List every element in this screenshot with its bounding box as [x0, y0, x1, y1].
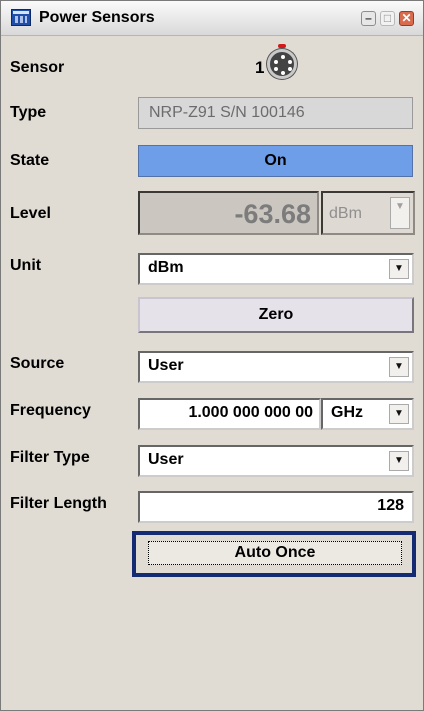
filter-type-value: User: [148, 451, 184, 468]
minimize-button[interactable]: –: [361, 11, 376, 26]
maximize-button[interactable]: □: [380, 11, 395, 26]
zero-button[interactable]: Zero: [138, 297, 414, 333]
level-value: -63.68: [234, 199, 311, 229]
window-title: Power Sensors: [39, 9, 155, 26]
filter-type-label: Filter Type: [10, 449, 90, 466]
auto-once-button[interactable]: Auto Once: [148, 541, 402, 565]
chevron-down-icon[interactable]: ▼: [389, 451, 409, 471]
unit-label: Unit: [10, 257, 42, 274]
filter-type-select[interactable]: User ▼: [138, 445, 414, 477]
chevron-down-icon[interactable]: ▼: [389, 404, 409, 424]
close-button[interactable]: ✕: [399, 11, 414, 26]
window-app-icon: [11, 9, 31, 26]
unit-select-value: dBm: [148, 259, 184, 276]
chevron-down-icon[interactable]: ▼: [389, 259, 409, 279]
sensor-label: Sensor: [10, 59, 65, 76]
frequency-unit-value: GHz: [331, 404, 363, 421]
chevron-down-icon[interactable]: ▼: [389, 357, 409, 377]
state-toggle-button[interactable]: On: [138, 145, 413, 177]
level-label: Level: [10, 205, 51, 222]
title-bar[interactable]: Power Sensors – □ ✕: [1, 1, 423, 36]
type-field: NRP-Z91 S/N 100146: [138, 97, 413, 129]
source-label: Source: [10, 355, 65, 372]
frequency-unit-select[interactable]: GHz ▼: [321, 398, 414, 430]
frequency-input[interactable]: 1.000 000 000 00: [138, 398, 321, 430]
sensor-connector-icon: [267, 49, 297, 79]
state-label: State: [10, 152, 50, 169]
power-sensors-window: Power Sensors – □ ✕ Sensor 1 Type NRP-Z9…: [0, 0, 424, 711]
filter-length-label: Filter Length: [10, 495, 107, 512]
sensor-number: 1: [255, 58, 265, 77]
source-select-value: User: [148, 357, 184, 374]
level-unit-select: dBm ▼: [321, 191, 415, 235]
chevron-down-icon: ▼: [390, 197, 410, 229]
unit-select[interactable]: dBm ▼: [138, 253, 414, 285]
filter-length-input[interactable]: 128: [138, 491, 414, 523]
source-select[interactable]: User ▼: [138, 351, 414, 383]
sensor-indicator: [278, 44, 286, 48]
type-label: Type: [10, 104, 47, 121]
level-display: -63.68: [138, 191, 319, 235]
frequency-label: Frequency: [10, 402, 91, 419]
level-unit-value: dBm: [329, 205, 362, 222]
auto-once-focus-frame: Auto Once: [132, 531, 416, 577]
